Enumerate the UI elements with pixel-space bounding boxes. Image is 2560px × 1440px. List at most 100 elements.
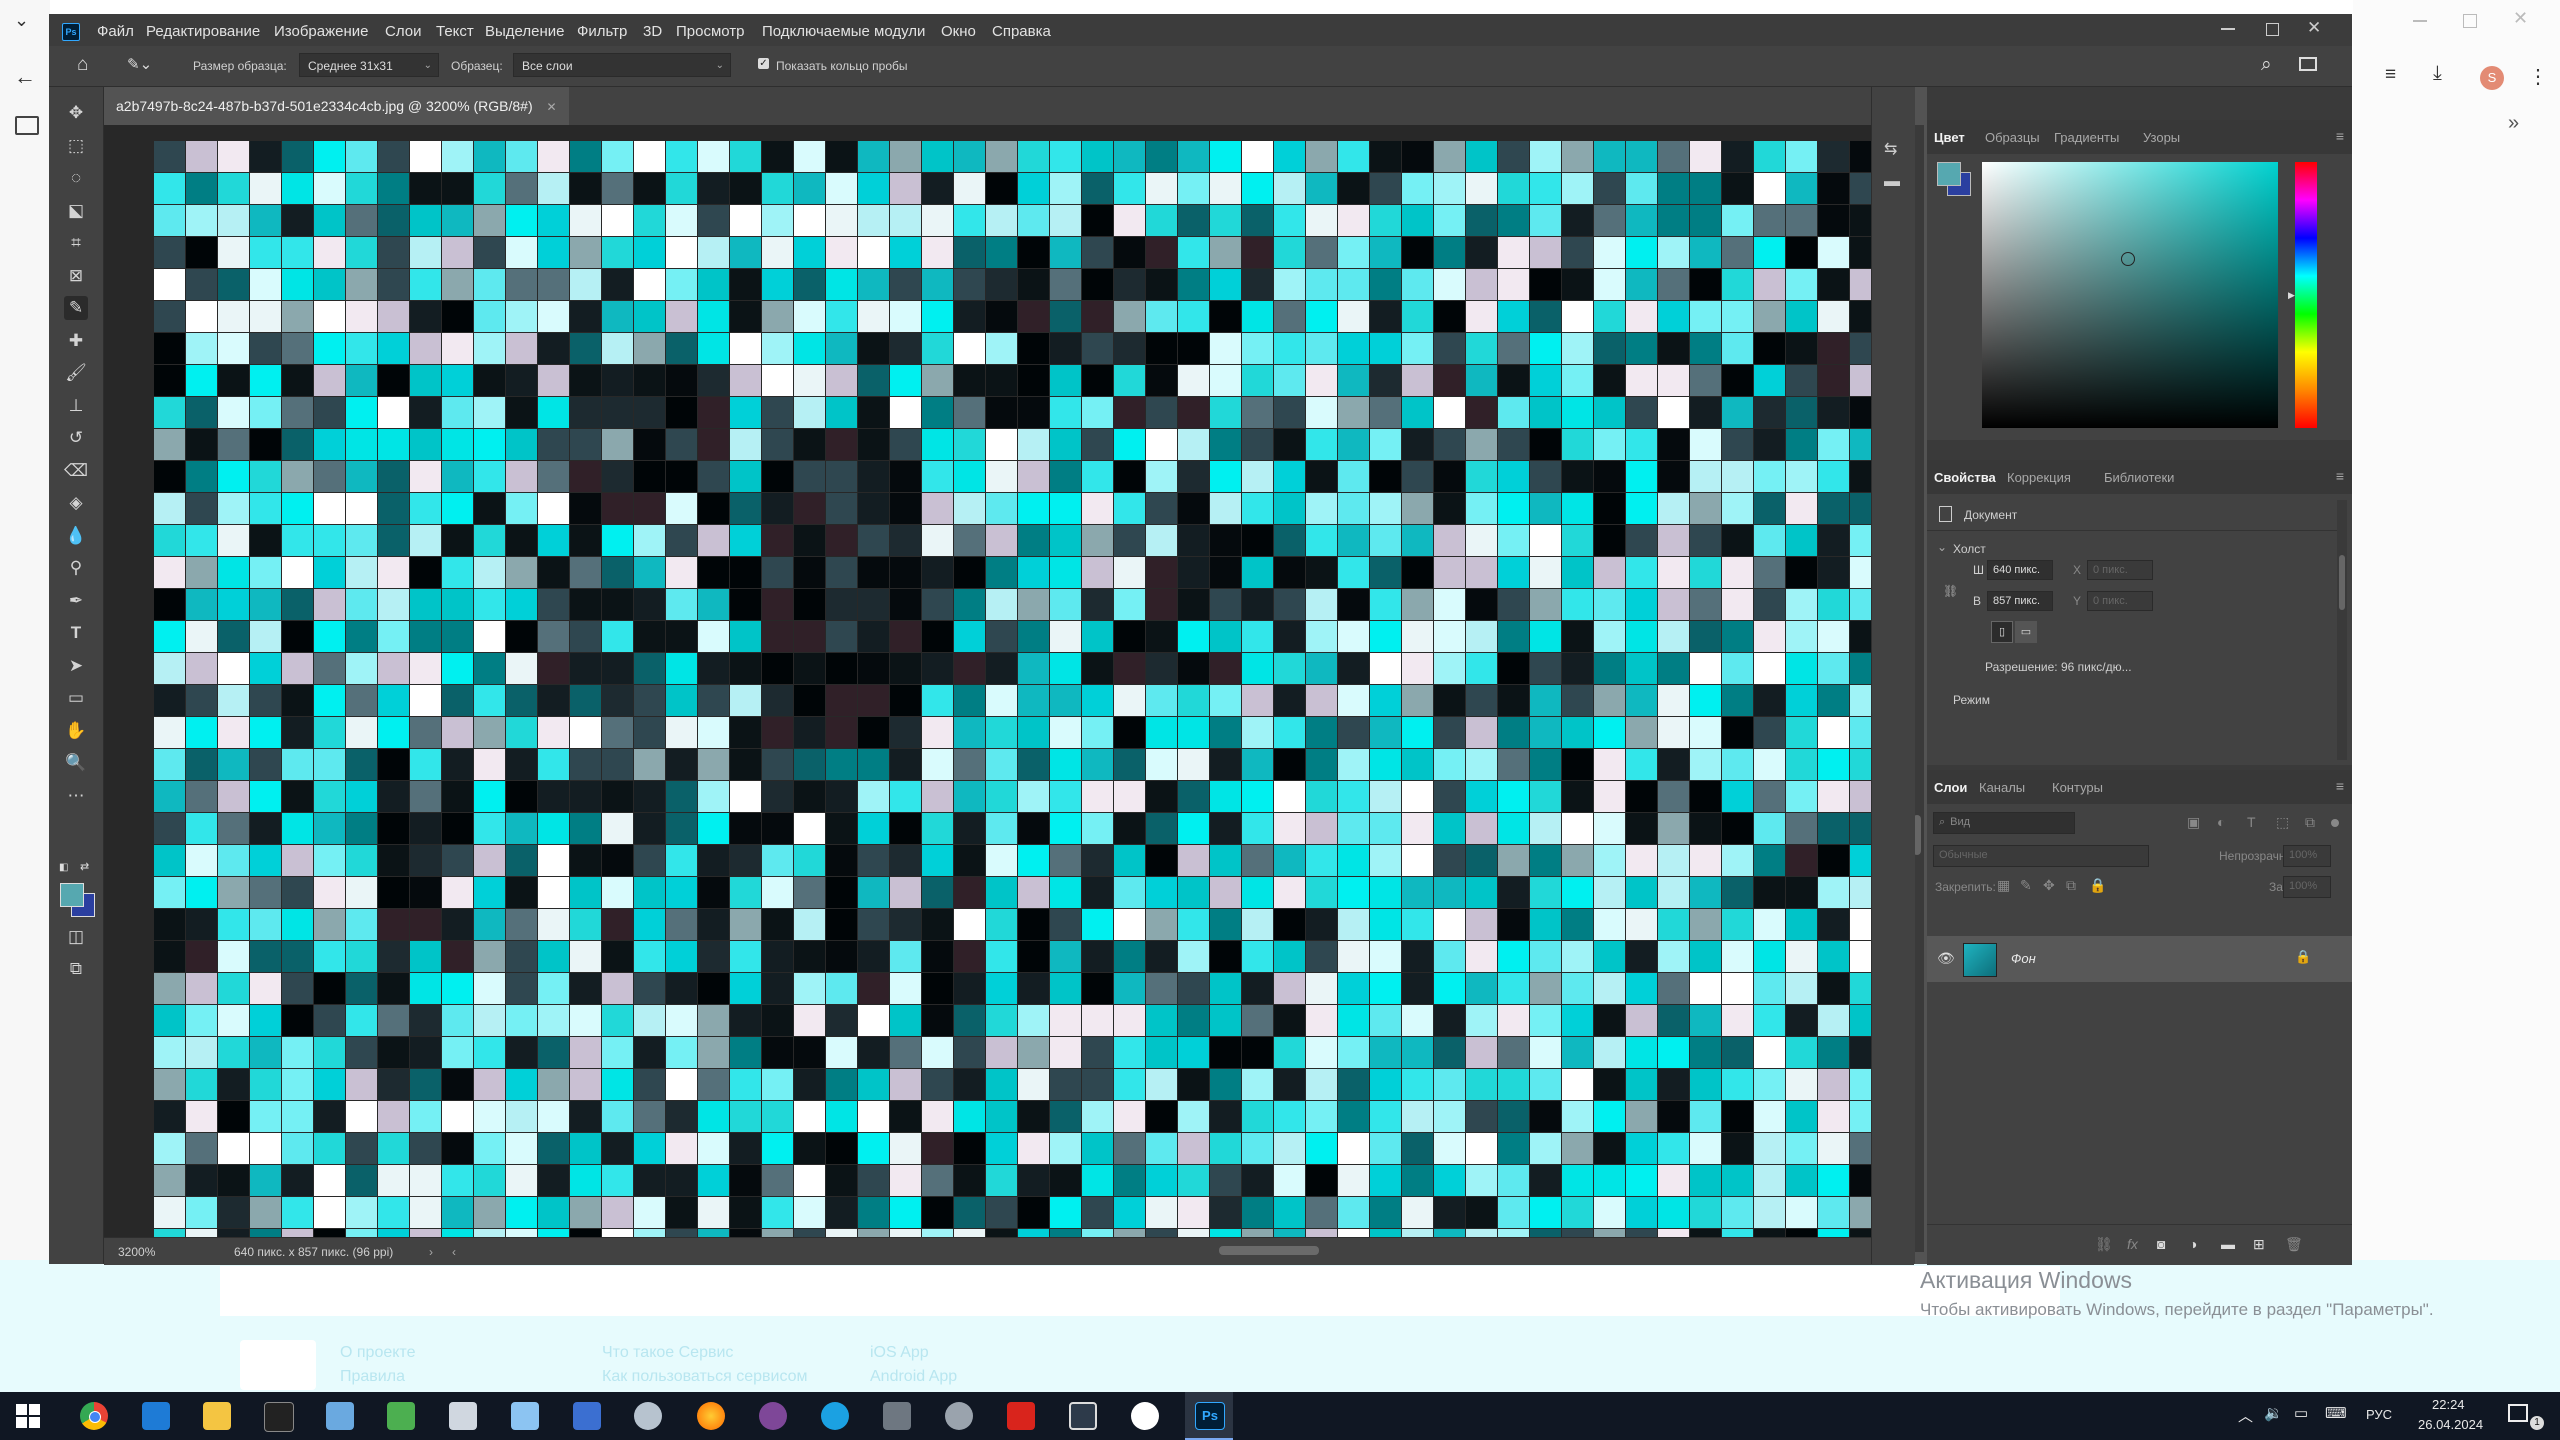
image-canvas[interactable] bbox=[154, 141, 1906, 1251]
sample-dropdown[interactable]: Все слои ⌄ bbox=[513, 53, 731, 77]
menu-view[interactable]: Просмотр bbox=[676, 23, 745, 40]
chevron-down-icon[interactable]: ⌄ bbox=[14, 10, 29, 31]
swap-colors-icon[interactable]: ⇄ bbox=[80, 860, 89, 873]
scroll-left-icon[interactable]: ‹ bbox=[452, 1245, 456, 1259]
status-expand-icon[interactable]: › bbox=[429, 1245, 433, 1259]
clock-date[interactable]: 26.04.2024 bbox=[2418, 1417, 2483, 1432]
close-tab-icon[interactable]: ✕ bbox=[547, 100, 557, 114]
history-brush-tool-icon[interactable]: ↺ bbox=[64, 426, 88, 450]
marquee-tool-icon[interactable]: ⬚ bbox=[64, 134, 88, 158]
notepad-icon[interactable] bbox=[449, 1402, 477, 1430]
filter-adjustment-icon[interactable]: ◐ bbox=[2217, 814, 2225, 830]
height-field[interactable]: 857 пикс. bbox=[1987, 591, 2053, 611]
lasso-tool-icon[interactable]: ◌ bbox=[64, 166, 88, 190]
tab-libraries[interactable]: Библиотеки bbox=[2104, 470, 2174, 485]
menu-edit[interactable]: Редактирование bbox=[146, 23, 260, 40]
tab-properties[interactable]: Свойства bbox=[1934, 470, 1996, 485]
footer-link-about[interactable]: О проекте bbox=[340, 1344, 415, 1362]
acrobat-icon[interactable] bbox=[1007, 1402, 1035, 1430]
lock-all-icon[interactable]: 🔒 bbox=[2089, 877, 2106, 894]
search-icon[interactable]: ⌕ bbox=[2261, 54, 2272, 76]
expand-sidebar-icon[interactable]: » bbox=[2508, 112, 2519, 135]
layer-name[interactable]: Фон bbox=[2011, 951, 2036, 966]
menu-filter[interactable]: Фильтр bbox=[577, 23, 627, 40]
ccleaner-icon[interactable] bbox=[1131, 1402, 1159, 1430]
footer-link-ios[interactable]: iOS App bbox=[870, 1344, 929, 1362]
edge-icon[interactable] bbox=[821, 1402, 849, 1430]
ps-minimize-icon[interactable] bbox=[2221, 28, 2235, 30]
eraser-tool-icon[interactable]: ⌫ bbox=[64, 459, 88, 483]
home-icon[interactable]: ⌂ bbox=[77, 55, 99, 75]
lock-transparent-icon[interactable]: ▦ bbox=[1997, 877, 2010, 894]
fill-field[interactable]: 100% bbox=[2283, 876, 2331, 898]
pen-tool-icon[interactable]: ✒ bbox=[64, 589, 88, 613]
chevron-down-icon[interactable]: ⌄ bbox=[1937, 540, 1947, 554]
quick-mask-icon[interactable]: ◫ bbox=[64, 925, 88, 949]
more-tools-icon[interactable]: ⋯ bbox=[64, 784, 88, 808]
chat-app-icon[interactable] bbox=[142, 1402, 170, 1430]
menu-text[interactable]: Текст bbox=[436, 23, 474, 40]
menu-plugins[interactable]: Подключаемые модули bbox=[762, 23, 925, 40]
footer-link-android[interactable]: Android App bbox=[870, 1368, 957, 1386]
tab-adjustments[interactable]: Коррекция bbox=[2007, 470, 2071, 485]
mail-icon[interactable] bbox=[326, 1402, 354, 1430]
dodge-tool-icon[interactable]: ⚲ bbox=[64, 556, 88, 580]
healing-brush-tool-icon[interactable]: ✚ bbox=[64, 329, 88, 353]
explorer-window-icon[interactable] bbox=[1069, 1402, 1097, 1430]
footer-link-how-to[interactable]: Как пользоваться сервисом bbox=[602, 1368, 808, 1386]
lock-pixels-icon[interactable]: ✎ bbox=[2020, 877, 2032, 894]
terminal-icon[interactable] bbox=[264, 1402, 294, 1432]
document-tab[interactable]: a2b7497b-8c24-487b-b37d-501e2334c4cb.jpg… bbox=[104, 87, 569, 125]
path-select-tool-icon[interactable]: ➤ bbox=[64, 654, 88, 678]
lock-position-icon[interactable]: ✥ bbox=[2043, 877, 2055, 894]
brush-tool-icon[interactable]: 🖌 bbox=[64, 361, 88, 385]
show-ring-checkbox[interactable]: ✓ bbox=[758, 58, 769, 69]
zoom-level[interactable]: 3200% bbox=[118, 1245, 155, 1259]
crop-tool-icon[interactable]: ⌗ bbox=[64, 231, 88, 255]
properties-scrollbar[interactable] bbox=[2337, 500, 2347, 760]
ps-restore-icon[interactable] bbox=[2266, 23, 2279, 36]
tab-swatches[interactable]: Образцы bbox=[1985, 130, 2040, 145]
downloads-icon[interactable]: ⤓ bbox=[2433, 62, 2442, 85]
tab-gradients[interactable]: Градиенты bbox=[2054, 130, 2119, 145]
blur-tool-icon[interactable]: 💧 bbox=[64, 524, 88, 548]
rectangle-tool-icon[interactable]: ▭ bbox=[64, 686, 88, 710]
close-icon[interactable]: ✕ bbox=[2513, 8, 2528, 29]
history-icon[interactable]: ⇆ bbox=[1884, 139, 1897, 159]
type-tool-icon[interactable]: T bbox=[64, 621, 88, 645]
layer-row-background[interactable]: 👁 Фон 🔒 bbox=[1927, 936, 2352, 982]
network-icon[interactable]: ▭ bbox=[2294, 1404, 2308, 1422]
photoshop-taskbar-button[interactable]: Ps bbox=[1185, 1392, 1233, 1440]
eyedropper-tool-icon[interactable]: ✎ bbox=[64, 296, 88, 320]
stamp-tool-icon[interactable]: ⊥ bbox=[64, 394, 88, 418]
delete-layer-icon[interactable]: 🗑 bbox=[2285, 1236, 2303, 1253]
clock-time[interactable]: 22:24 bbox=[2432, 1397, 2465, 1412]
default-colors-icon[interactable]: ◧ bbox=[59, 862, 68, 873]
menu-file[interactable]: Файл bbox=[97, 23, 134, 40]
reading-list-icon[interactable]: ≡ bbox=[2385, 64, 2396, 86]
link-layers-icon[interactable]: ⛓ bbox=[2095, 1236, 2113, 1253]
tab-paths[interactable]: Контуры bbox=[2052, 780, 2103, 795]
comments-icon[interactable]: ▬ bbox=[1884, 173, 1900, 191]
filter-type-icon[interactable]: T bbox=[2247, 814, 2256, 830]
footer-link-what-is[interactable]: Что такое Сервис bbox=[602, 1344, 733, 1362]
tray-chevron-up-icon[interactable]: ︿ bbox=[2238, 1405, 2253, 1426]
ps-close-icon[interactable]: ✕ bbox=[2307, 18, 2321, 38]
fx-icon[interactable]: fx bbox=[2127, 1236, 2138, 1252]
x-field[interactable]: 0 пикс. bbox=[2087, 560, 2153, 580]
eye-visibility-icon[interactable]: 👁 bbox=[1937, 950, 1955, 967]
panel-menu-icon[interactable]: ≡ bbox=[2336, 468, 2344, 484]
menu-help[interactable]: Справка bbox=[992, 23, 1051, 40]
hand-tool-icon[interactable]: ✋ bbox=[64, 719, 88, 743]
opacity-field[interactable]: 100% bbox=[2283, 845, 2331, 867]
more-vertical-icon[interactable]: ⋮ bbox=[2528, 64, 2548, 89]
landscape-orientation-icon[interactable]: ▭ bbox=[2015, 621, 2037, 643]
volume-icon[interactable]: 🔉 bbox=[2264, 1404, 2283, 1422]
screen-mode-icon[interactable]: ⧉ bbox=[64, 957, 88, 981]
filter-shape-icon[interactable]: ⬚ bbox=[2276, 814, 2289, 831]
workspace-icon[interactable] bbox=[2299, 57, 2317, 71]
layer-lock-icon[interactable]: 🔒 bbox=[2295, 949, 2311, 965]
firefox-icon[interactable] bbox=[697, 1402, 725, 1430]
new-layer-icon[interactable]: ⊞ bbox=[2253, 1236, 2265, 1253]
profile-avatar[interactable]: S bbox=[2480, 66, 2504, 90]
